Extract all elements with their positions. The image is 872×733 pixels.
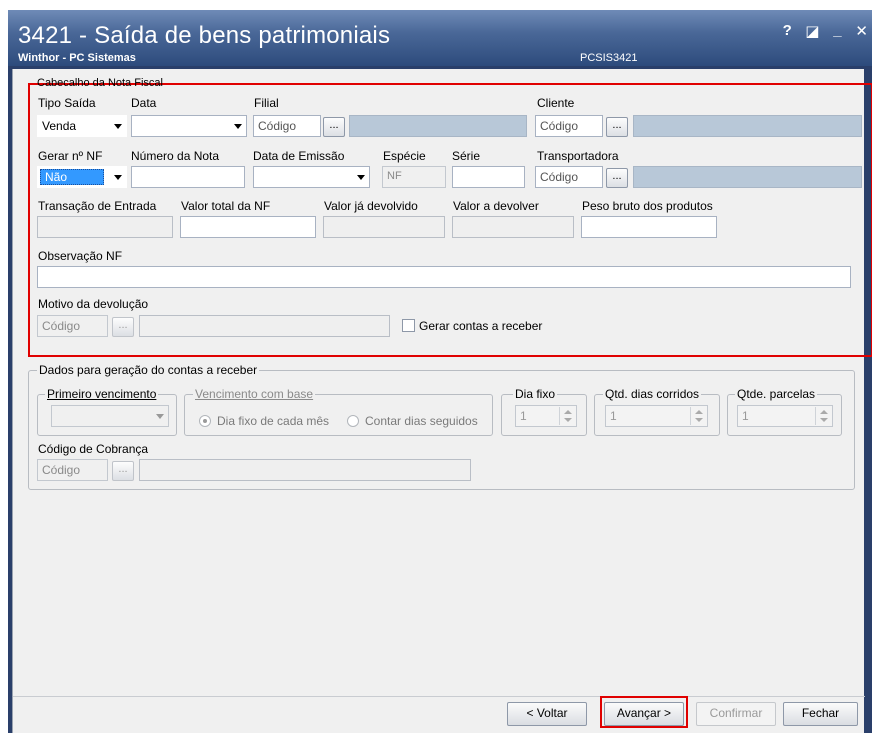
especie-field: NF [382,166,446,188]
gerar-contas-checkbox[interactable] [402,319,415,332]
transportadora-label: Transportadora [537,149,619,163]
transacao-entrada-field [37,216,173,238]
motivo-label: Motivo da devolução [38,297,149,311]
filial-code-input[interactable]: Código [253,115,321,137]
gerar-nf-value: Não [40,169,104,185]
primeiro-vencimento-select [51,405,169,427]
gerar-contas-label: Gerar contas a receber [419,319,543,333]
cliente-search-button[interactable]: ... [606,117,628,137]
spin-arrows-icon [690,407,706,425]
transacao-entrada-label: Transação de Entrada [38,199,157,213]
cabecalho-group-title: Cabeçalho da Nota Fiscal [37,77,163,86]
valor-total-nf-label: Valor total da NF [181,199,271,213]
qtd-dias-spinner: 1 [605,405,708,427]
minimize-button[interactable]: _ [831,22,843,40]
valor-devolvido-field [323,216,445,238]
chevron-down-icon [114,175,122,180]
voltar-button[interactable]: < Voltar [507,702,587,726]
observacao-label: Observação NF [38,249,123,263]
contar-dias-radio [347,415,359,427]
chevron-down-icon [357,175,365,180]
qtde-parcelas-spinner: 1 [737,405,833,427]
form-area: Cabeçalho da Nota Fiscal Tipo Saída Vend… [12,69,872,733]
codigo-cobranca-label: Código de Cobrança [38,442,149,456]
footer-divider [13,696,865,697]
filial-search-button[interactable]: ... [323,117,345,137]
valor-devolvido-label: Valor já devolvido [324,199,418,213]
qtde-parcelas-label: Qtde. parcelas [735,387,818,401]
valor-devolver-field [452,216,574,238]
primeiro-vencimento-label: Primeiro vencimento [45,387,159,401]
contar-dias-radio-label: Contar dias seguidos [365,414,478,428]
vencimento-base-label: Vencimento com base [193,387,316,401]
valor-devolver-label: Valor a devolver [453,199,539,213]
title-bar[interactable]: 3421 - Saída de bens patrimoniais Wintho… [8,10,872,66]
spin-arrows-icon [559,407,575,425]
qtde-parcelas-value: 1 [742,409,749,423]
codigo-cobranca-description-field [139,459,471,481]
especie-label: Espécie [383,149,426,163]
peso-bruto-input[interactable] [581,216,717,238]
transportadora-description-field [633,166,862,188]
avancar-button[interactable]: Avançar > [604,702,684,726]
data-emissao-select[interactable] [253,166,370,188]
motivo-code-input: Código [37,315,108,337]
tipo-saida-value: Venda [42,119,77,133]
dia-fixo-label: Dia fixo [513,387,558,401]
valor-total-nf-input[interactable] [180,216,316,238]
filial-description-field [349,115,527,137]
close-button[interactable]: ✕ [855,22,868,40]
motivo-search-button: ... [112,317,134,337]
serie-label: Série [452,149,481,163]
qtd-dias-value: 1 [610,409,617,423]
numero-nota-label: Número da Nota [131,149,220,163]
spin-arrows-icon [815,407,831,425]
dia-fixo-radio-label: Dia fixo de cada mês [217,414,330,428]
data-emissao-label: Data de Emissão [253,149,345,163]
program-code: PCSIS3421 [580,52,638,64]
help-button[interactable]: ? [781,22,793,40]
dia-fixo-value: 1 [520,409,527,423]
contas-receber-group-title: Dados para geração do contas a receber [37,363,260,377]
serie-input[interactable] [452,166,525,188]
cliente-label: Cliente [537,96,575,110]
codigo-cobranca-search-button: ... [112,461,134,481]
qtd-dias-label: Qtd. dias corridos [603,387,702,401]
chevron-down-icon [234,124,242,129]
tipo-saida-label: Tipo Saída [38,96,96,110]
data-label: Data [131,96,157,110]
fechar-button[interactable]: Fechar [783,702,858,726]
transportadora-search-button[interactable]: ... [606,168,628,188]
data-select[interactable] [131,115,247,137]
restore-button[interactable]: ◪ [805,22,819,40]
chevron-down-icon [156,414,164,419]
chevron-down-icon [114,124,122,129]
gerar-nf-select[interactable]: Não [37,166,127,188]
transportadora-code-input[interactable]: Código [535,166,603,188]
codigo-cobranca-code-input: Código [37,459,108,481]
dia-fixo-spinner: 1 [515,405,577,427]
peso-bruto-label: Peso bruto dos produtos [582,199,713,213]
dia-fixo-radio [199,415,211,427]
numero-nota-input[interactable] [131,166,245,188]
gerar-nf-label: Gerar nº NF [38,149,103,163]
window-subtitle: Winthor - PC Sistemas [18,52,136,64]
filial-label: Filial [254,96,279,110]
tipo-saida-select[interactable]: Venda [37,115,127,137]
cliente-code-input[interactable]: Código [535,115,603,137]
window-title: 3421 - Saída de bens patrimoniais [18,22,391,49]
confirmar-button: Confirmar [696,702,776,726]
motivo-description-field [139,315,390,337]
window-controls: ? ◪ _ ✕ [781,22,868,40]
observacao-input[interactable] [37,266,851,288]
cliente-description-field [633,115,862,137]
